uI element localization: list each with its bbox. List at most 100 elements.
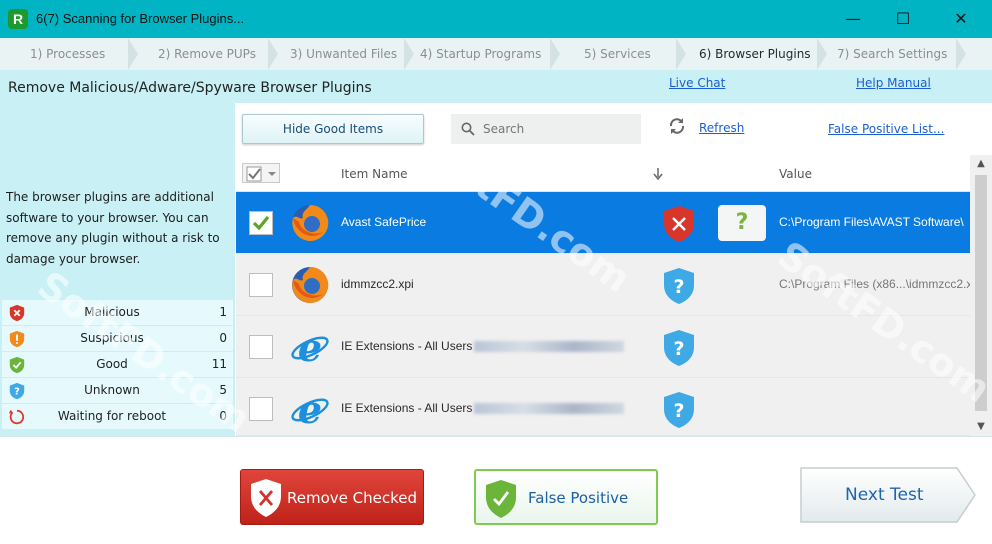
table-row[interactable]: Avast SafePrice ? C:\Program Files\AVAST… (236, 192, 970, 254)
row-checkbox[interactable] (249, 335, 273, 359)
stat-label: Waiting for reboot (57, 409, 167, 423)
maximize-button[interactable]: ☐ (880, 0, 926, 38)
row-item-name: idmmzcc2.xpi (341, 277, 414, 291)
stat-label: Suspicious (80, 331, 144, 345)
table-row[interactable]: e IE Extensions - All Users ? (236, 316, 970, 378)
step-separator (268, 38, 278, 70)
info-question-icon[interactable]: ? (718, 205, 766, 241)
stat-label: Malicious (84, 305, 140, 319)
false-positive-list-link[interactable]: False Positive List... (828, 122, 944, 136)
scroll-down-icon[interactable]: ▼ (970, 418, 992, 436)
step-browser-plugins[interactable]: 6) Browser Plugins (699, 38, 811, 70)
scroll-up-icon[interactable]: ▲ (970, 155, 992, 173)
wizard-steps: 1) Processes 2) Remove PUPs 3) Unwanted … (0, 38, 992, 70)
false-positive-button[interactable]: False Positive (474, 469, 658, 525)
svg-text:e: e (298, 388, 322, 430)
step-separator (676, 38, 686, 70)
next-test-button[interactable]: Next Test (797, 466, 977, 524)
window-title: 6(7) Scanning for Browser Plugins... (36, 11, 245, 26)
row-value: C:\Program Files (x86...\idmmzcc2.xpi (779, 277, 970, 291)
summary-panel: The browser plugins are additional softw… (0, 103, 235, 436)
shield-unknown-icon: ? (9, 382, 25, 400)
step-separator (817, 38, 827, 70)
step-processes[interactable]: 1) Processes (30, 38, 105, 70)
step-services[interactable]: 5) Services (584, 38, 651, 70)
stat-label: Good (96, 357, 128, 371)
stat-count: 1 (219, 305, 227, 319)
table-header: Item Name Value (236, 155, 970, 192)
shield-good-icon (9, 356, 25, 374)
stat-unknown: ? Unknown 5 (2, 377, 233, 403)
minimize-button[interactable]: — (830, 0, 876, 38)
checkmark-icon (246, 166, 276, 182)
row-checkbox[interactable] (249, 211, 273, 235)
svg-text:e: e (298, 326, 322, 368)
row-value: C:\Program Files\AVAST Software\ (779, 215, 964, 229)
scroll-thumb[interactable] (975, 175, 987, 411)
table-row[interactable]: idmmzcc2.xpi ? C:\Program Files (x86...\… (236, 254, 970, 316)
search-box (451, 114, 641, 144)
step-startup-programs[interactable]: 4) Startup Programs (420, 38, 541, 70)
search-input[interactable] (483, 119, 633, 139)
refresh-link[interactable]: Refresh (699, 121, 744, 135)
false-positive-label: False Positive (528, 489, 629, 507)
action-bar: Remove Checked False Positive Next Test (0, 436, 992, 544)
firefox-icon (292, 204, 329, 241)
search-icon (461, 122, 475, 136)
sort-arrow-down-icon[interactable] (653, 168, 663, 180)
table-row[interactable]: e IE Extensions - All Users ? (236, 378, 970, 436)
help-manual-link[interactable]: Help Manual (856, 76, 931, 90)
page-header: Remove Malicious/Adware/Spyware Browser … (0, 70, 992, 103)
shield-suspicious-icon (9, 330, 25, 348)
next-test-label: Next Test (845, 485, 924, 505)
stat-waiting-reboot: Waiting for reboot 0 (2, 403, 233, 429)
step-unwanted-files[interactable]: 3) Unwanted Files (290, 38, 397, 70)
stat-suspicious: Suspicious 0 (2, 325, 233, 351)
refresh-icon[interactable] (668, 117, 686, 135)
shield-x-icon (251, 479, 281, 517)
row-checkbox[interactable] (249, 397, 273, 421)
step-remove-pups[interactable]: 2) Remove PUPs (158, 38, 256, 70)
list-toolbar: Hide Good Items Refresh False Positive L… (236, 103, 992, 155)
plugins-description: The browser plugins are additional softw… (6, 190, 220, 266)
title-bar: R 6(7) Scanning for Browser Plugins... —… (0, 0, 992, 38)
stat-count: 11 (211, 357, 227, 371)
hide-good-items-button[interactable]: Hide Good Items (242, 114, 424, 144)
remove-checked-label: Remove Checked (287, 489, 417, 507)
row-checkbox[interactable] (249, 273, 273, 297)
checkmark-icon (252, 215, 270, 231)
redacted-text (474, 341, 625, 353)
stat-label: Unknown (84, 383, 140, 397)
reboot-icon (8, 409, 25, 425)
step-separator (956, 38, 966, 70)
vertical-scrollbar[interactable]: ▲ ▼ (970, 155, 992, 436)
remove-checked-button[interactable]: Remove Checked (240, 469, 424, 525)
stat-count: 0 (219, 331, 227, 345)
column-value[interactable]: Value (779, 167, 812, 181)
row-item-name: Avast SafePrice (341, 215, 427, 229)
internet-explorer-icon: e (291, 326, 329, 368)
svg-text:?: ? (673, 338, 684, 360)
shield-check-icon (486, 480, 516, 518)
svg-text:?: ? (14, 387, 20, 398)
shield-unknown-icon: ? (664, 392, 694, 428)
plugins-list-panel: Hide Good Items Refresh False Positive L… (236, 103, 992, 436)
step-separator (404, 38, 414, 70)
shield-unknown-icon: ? (664, 268, 694, 304)
stat-count: 0 (219, 409, 227, 423)
internet-explorer-icon: e (291, 388, 329, 430)
step-separator (550, 38, 560, 70)
column-item-name[interactable]: Item Name (341, 167, 408, 181)
stat-count: 5 (219, 383, 227, 397)
row-item-name: IE Extensions - All Users (341, 401, 625, 415)
select-all-checkbox[interactable] (242, 163, 280, 183)
stat-good: Good 11 (2, 351, 233, 377)
svg-text:?: ? (673, 400, 684, 422)
step-search-settings[interactable]: 7) Search Settings (837, 38, 947, 70)
svg-text:?: ? (673, 276, 684, 298)
live-chat-link[interactable]: Live Chat (669, 76, 725, 90)
redacted-text (474, 403, 625, 415)
close-button[interactable]: ✕ (938, 0, 984, 38)
firefox-icon (292, 266, 329, 303)
row-item-name: IE Extensions - All Users (341, 339, 625, 353)
